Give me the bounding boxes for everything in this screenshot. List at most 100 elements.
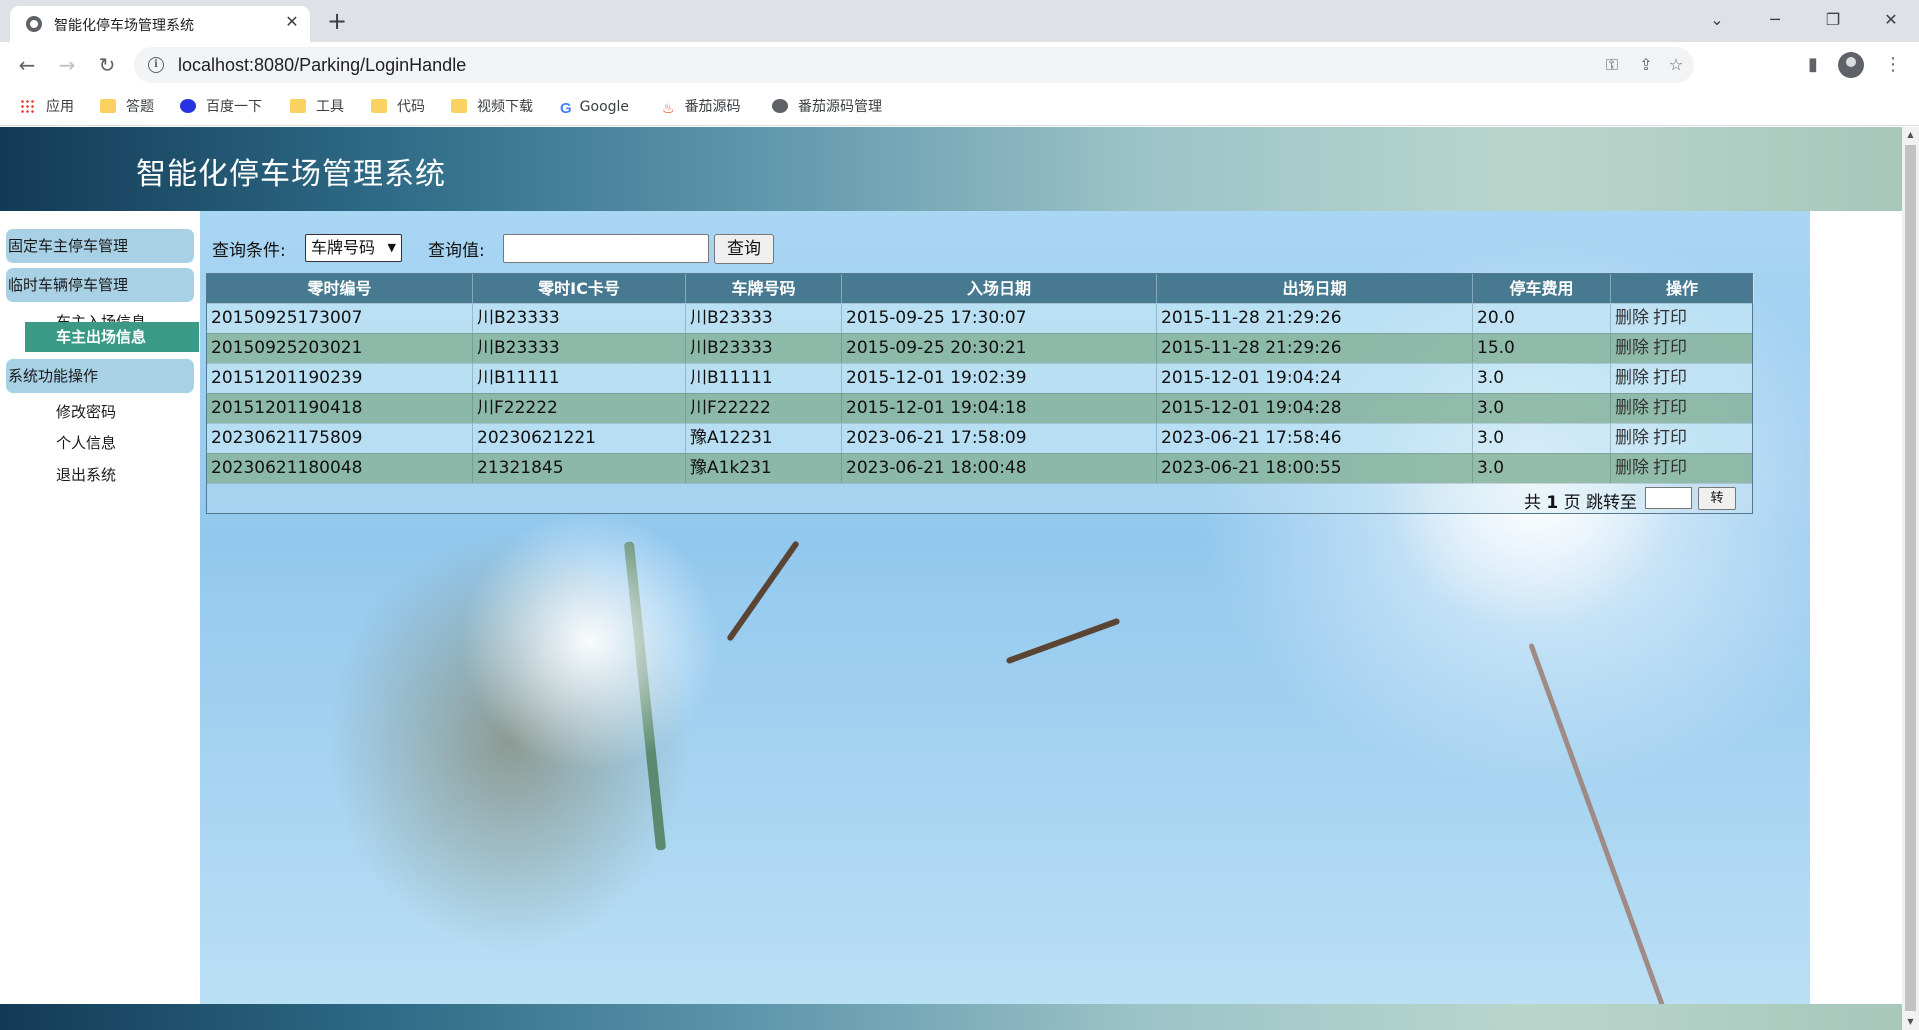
table-row: 20150925203021 川B23333 川B23333 2015-09-2… — [207, 333, 1752, 363]
cell-ic-card: 川B23333 — [473, 304, 686, 333]
cell-temp-id: 20151201190239 — [207, 364, 473, 393]
delete-link[interactable]: 删除 — [1615, 428, 1649, 448]
cell-temp-id: 20230621180048 — [207, 454, 473, 483]
bookmark-apps[interactable]: 应用 — [20, 96, 74, 118]
key-icon[interactable]: ⚿ — [1600, 53, 1624, 77]
side-panel-icon[interactable]: ▮ — [1798, 50, 1828, 80]
delete-link[interactable]: 删除 — [1615, 368, 1649, 388]
folder-icon — [290, 99, 306, 113]
sidebar-group-system[interactable]: 系统功能操作 — [6, 359, 194, 393]
url-text[interactable]: localhost:8080/Parking/LoginHandle — [178, 55, 466, 76]
query-condition-value: 车牌号码 — [311, 238, 376, 257]
seed-stem — [1005, 617, 1121, 665]
bookmark-star-icon[interactable]: ☆ — [1664, 53, 1688, 77]
vertical-scrollbar[interactable]: ▲ ▼ — [1902, 127, 1919, 1030]
bookmark-fanqie-admin[interactable]: 番茄源码管理 — [772, 96, 882, 118]
cell-fee: 3.0 — [1473, 394, 1611, 423]
globe-icon — [26, 16, 42, 32]
sidebar-group-fixed-owner[interactable]: 固定车主停车管理 — [6, 229, 194, 263]
cell-fee: 20.0 — [1473, 304, 1611, 333]
restore-button[interactable]: ❐ — [1810, 4, 1856, 36]
bookmark-code[interactable]: 代码 — [371, 96, 425, 118]
cell-plate: 川F22222 — [686, 394, 842, 423]
sidebar-group-temporary-vehicle[interactable]: 临时车辆停车管理 — [6, 268, 194, 302]
forward-button[interactable]: → — [52, 50, 82, 80]
bookmark-label: 答题 — [126, 99, 154, 115]
tab-search-icon[interactable]: ⌄ — [1694, 4, 1740, 36]
query-value-label: 查询值: — [428, 241, 485, 261]
cell-temp-id: 20150925203021 — [207, 334, 473, 363]
delete-link[interactable]: 删除 — [1615, 338, 1649, 358]
table-row: 20151201190239 川B11111 川B11111 2015-12-0… — [207, 363, 1752, 393]
cell-entry-date: 2015-09-25 17:30:07 — [842, 304, 1157, 333]
table-header: 零时编号 零时IC卡号 车牌号码 入场日期 出场日期 停车费用 操作 — [207, 274, 1754, 303]
page-viewport: 智能化停车场管理系统 固定车主停车管理 临时车辆停车管理 车主入场信息 车主出场… — [0, 127, 1919, 1030]
delete-link[interactable]: 删除 — [1615, 398, 1649, 418]
bookmark-label: 番茄源码管理 — [798, 99, 882, 115]
sidebar-item-change-password[interactable]: 修改密码 — [56, 401, 116, 422]
scroll-down-icon[interactable]: ▼ — [1902, 1014, 1919, 1030]
globe-icon — [772, 99, 788, 113]
cell-temp-id: 20230621175809 — [207, 424, 473, 453]
bookmark-label: 番茄源码 — [684, 99, 741, 115]
cell-actions: 删除 打印 — [1611, 364, 1754, 393]
close-tab-icon[interactable]: ✕ — [282, 12, 302, 32]
cell-actions: 删除 打印 — [1611, 394, 1754, 423]
bookmark-dati[interactable]: 答题 — [100, 96, 154, 118]
print-link[interactable]: 打印 — [1653, 398, 1687, 418]
bookmark-tools[interactable]: 工具 — [290, 96, 344, 118]
menu-dots-icon[interactable]: ⋮ — [1878, 50, 1908, 80]
search-button[interactable]: 查询 — [714, 234, 774, 264]
bookmark-baidu[interactable]: 百度一下 — [180, 96, 262, 118]
reload-button[interactable]: ↻ — [92, 50, 122, 80]
jump-page-input[interactable] — [1645, 487, 1692, 509]
print-link[interactable]: 打印 — [1653, 458, 1687, 478]
print-link[interactable]: 打印 — [1653, 428, 1687, 448]
delete-link[interactable]: 删除 — [1615, 458, 1649, 478]
seed-stem — [726, 540, 800, 642]
pagination: 共 1 页 跳转至 转 — [207, 483, 1752, 513]
back-button[interactable]: ← — [12, 50, 42, 80]
new-tab-button[interactable]: + — [322, 6, 352, 36]
site-info-icon[interactable]: i — [148, 57, 164, 73]
page-title: 智能化停车场管理系统 — [136, 157, 446, 192]
cell-entry-date: 2015-09-25 20:30:21 — [842, 334, 1157, 363]
scroll-thumb[interactable] — [1905, 145, 1916, 1011]
folder-icon — [100, 99, 116, 113]
browser-tab[interactable]: 智能化停车场管理系统 ✕ — [10, 6, 310, 42]
query-value-input[interactable] — [503, 234, 709, 263]
print-link[interactable]: 打印 — [1653, 308, 1687, 328]
bookmark-video-download[interactable]: 视频下载 — [451, 96, 533, 118]
go-button[interactable]: 转 — [1698, 487, 1736, 510]
profile-avatar[interactable] — [1838, 52, 1864, 78]
cell-ic-card: 21321845 — [473, 454, 686, 483]
minimize-button[interactable]: ─ — [1752, 4, 1798, 36]
cell-exit-date: 2015-11-28 21:29:26 — [1157, 304, 1473, 333]
flame-icon: ♨ — [662, 101, 675, 117]
bookmark-google[interactable]: G Google — [560, 96, 629, 118]
sidebar-item-logout[interactable]: 退出系统 — [56, 464, 116, 485]
google-icon: G — [560, 100, 572, 117]
apps-grid-icon — [20, 99, 36, 113]
cell-plate: 川B23333 — [686, 304, 842, 333]
scroll-up-icon[interactable]: ▲ — [1902, 127, 1919, 143]
query-condition-select[interactable]: 车牌号码 ▼ — [305, 234, 402, 262]
address-bar[interactable]: i localhost:8080/Parking/LoginHandle ⚿ ⇪… — [134, 47, 1694, 83]
sidebar-item-profile[interactable]: 个人信息 — [56, 432, 116, 453]
bookmark-fanqie[interactable]: ♨ 番茄源码 — [662, 96, 741, 118]
cell-entry-date: 2015-12-01 19:02:39 — [842, 364, 1157, 393]
print-link[interactable]: 打印 — [1653, 368, 1687, 388]
cell-exit-date: 2023-06-21 18:00:55 — [1157, 454, 1473, 483]
dandelion-head — [460, 511, 720, 771]
bookmark-label: 代码 — [397, 99, 425, 115]
print-link[interactable]: 打印 — [1653, 338, 1687, 358]
cell-fee: 15.0 — [1473, 334, 1611, 363]
sidebar-item-exit-info[interactable]: 车主出场信息 — [25, 322, 199, 352]
delete-link[interactable]: 删除 — [1615, 308, 1649, 328]
seed-stem — [1528, 642, 1677, 1030]
column-header: 操作 — [1611, 274, 1754, 303]
close-window-button[interactable]: ✕ — [1868, 4, 1914, 36]
share-icon[interactable]: ⇪ — [1634, 53, 1658, 77]
exit-records-table: 零时编号 零时IC卡号 车牌号码 入场日期 出场日期 停车费用 操作 20150… — [206, 273, 1754, 514]
cell-ic-card: 川B11111 — [473, 364, 686, 393]
